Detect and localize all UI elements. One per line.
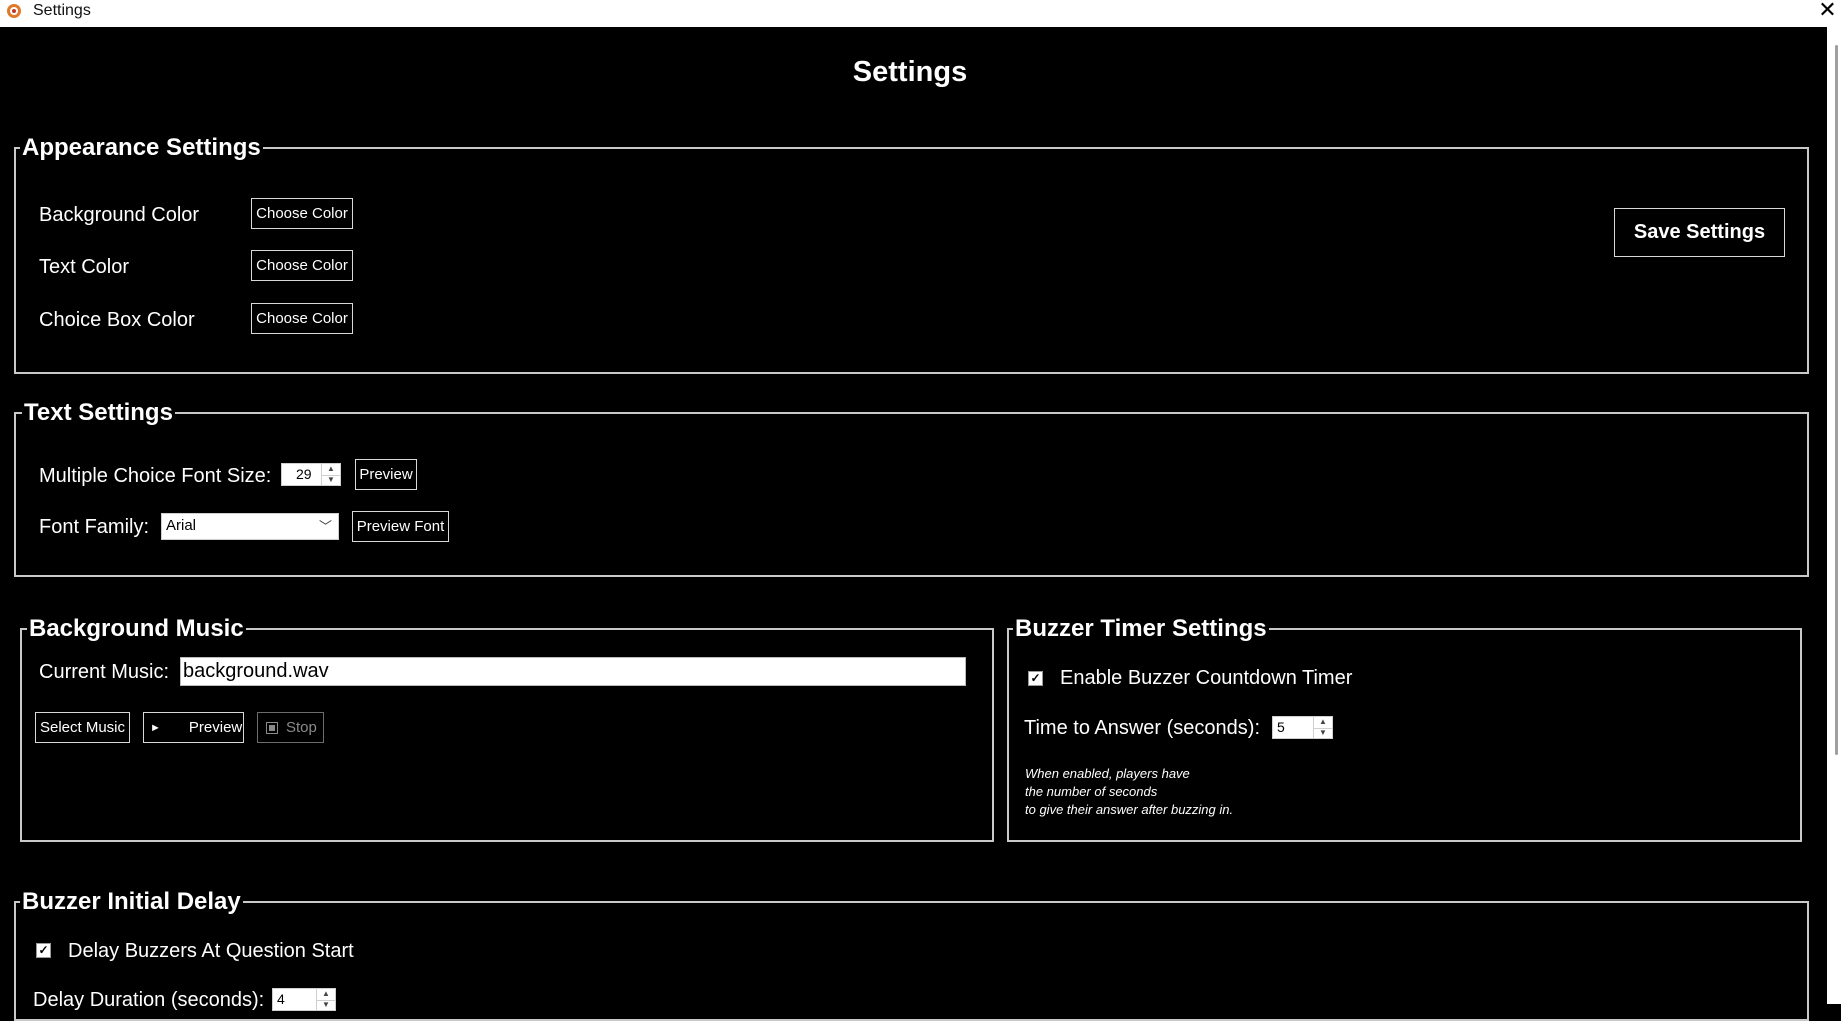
decrement-arrow-icon[interactable]: ▼ <box>1314 728 1332 739</box>
delay-duration-label: Delay Duration (seconds): <box>33 989 265 1011</box>
background-color-label: Background Color <box>39 204 200 226</box>
font-family-label: Font Family: <box>39 516 150 538</box>
current-music-field[interactable]: background.wav <box>180 657 966 686</box>
delay-buzzers-checkbox[interactable]: ✓ <box>36 943 51 958</box>
window-title: Settings <box>33 2 91 19</box>
text-color-label: Text Color <box>39 256 130 278</box>
decrement-arrow-icon[interactable]: ▼ <box>322 475 340 486</box>
font-family-select[interactable]: Arial ﹀ <box>161 513 339 540</box>
stop-icon <box>266 721 278 734</box>
stepper-arrows[interactable]: ▲ ▼ <box>321 464 340 485</box>
text-settings-group <box>14 412 1809 577</box>
music-preview-button[interactable]: ► Preview <box>143 712 244 743</box>
font-size-preview-button[interactable]: Preview <box>355 459 417 490</box>
choice-box-color-button[interactable]: Choose Color <box>251 303 353 334</box>
page-title: Settings <box>852 56 968 88</box>
enable-timer-checkbox[interactable]: ✓ <box>1028 671 1043 686</box>
close-button[interactable]: ✕ <box>1814 0 1841 24</box>
delay-buzzers-label: Delay Buzzers At Question Start <box>68 940 354 962</box>
vertical-scrollbar[interactable] <box>1827 27 1841 1004</box>
stepper-arrows[interactable]: ▲ ▼ <box>1313 717 1332 738</box>
font-size-label: Multiple Choice Font Size: <box>39 465 272 487</box>
font-size-stepper[interactable]: 29 ▲ ▼ <box>281 463 341 486</box>
music-preview-label: Preview <box>188 719 243 736</box>
current-music-label: Current Music: <box>39 661 170 683</box>
scrollbar-thumb[interactable] <box>1835 45 1838 755</box>
text-color-button[interactable]: Choose Color <box>251 250 353 281</box>
background-music-legend: Background Music <box>27 615 246 643</box>
buzzer-timer-legend: Buzzer Timer Settings <box>1013 615 1269 643</box>
chevron-down-icon[interactable]: ﹀ <box>319 516 332 535</box>
time-to-answer-value: 5 <box>1277 719 1285 735</box>
decrement-arrow-icon[interactable]: ▼ <box>317 1000 335 1011</box>
delay-duration-stepper[interactable]: 4 ▲ ▼ <box>272 988 336 1011</box>
time-to-answer-label: Time to Answer (seconds): <box>1024 717 1261 739</box>
timer-help-note: When enabled, players have the number of… <box>1025 766 1234 817</box>
time-to-answer-stepper[interactable]: 5 ▲ ▼ <box>1272 716 1333 739</box>
background-color-button[interactable]: Choose Color <box>251 198 353 229</box>
text-settings-legend: Text Settings <box>22 399 175 427</box>
choice-box-color-label: Choice Box Color <box>39 309 195 331</box>
enable-timer-label: Enable Buzzer Countdown Timer <box>1060 667 1353 689</box>
music-stop-button[interactable]: Stop <box>257 712 324 743</box>
music-stop-label: Stop <box>286 719 317 736</box>
play-icon: ► <box>150 721 161 734</box>
window-titlebar: Settings ✕ <box>0 0 1841 27</box>
preview-font-button[interactable]: Preview Font <box>352 511 449 542</box>
font-family-value: Arial <box>166 517 197 534</box>
app-icon <box>7 4 21 18</box>
stepper-arrows[interactable]: ▲ ▼ <box>316 989 335 1010</box>
initial-delay-legend: Buzzer Initial Delay <box>20 888 243 916</box>
delay-duration-value: 4 <box>277 991 285 1007</box>
save-settings-button[interactable]: Save Settings <box>1614 208 1785 257</box>
font-size-value: 29 <box>296 466 312 482</box>
select-music-button[interactable]: Select Music <box>35 712 130 743</box>
appearance-settings-legend: Appearance Settings <box>20 134 263 162</box>
